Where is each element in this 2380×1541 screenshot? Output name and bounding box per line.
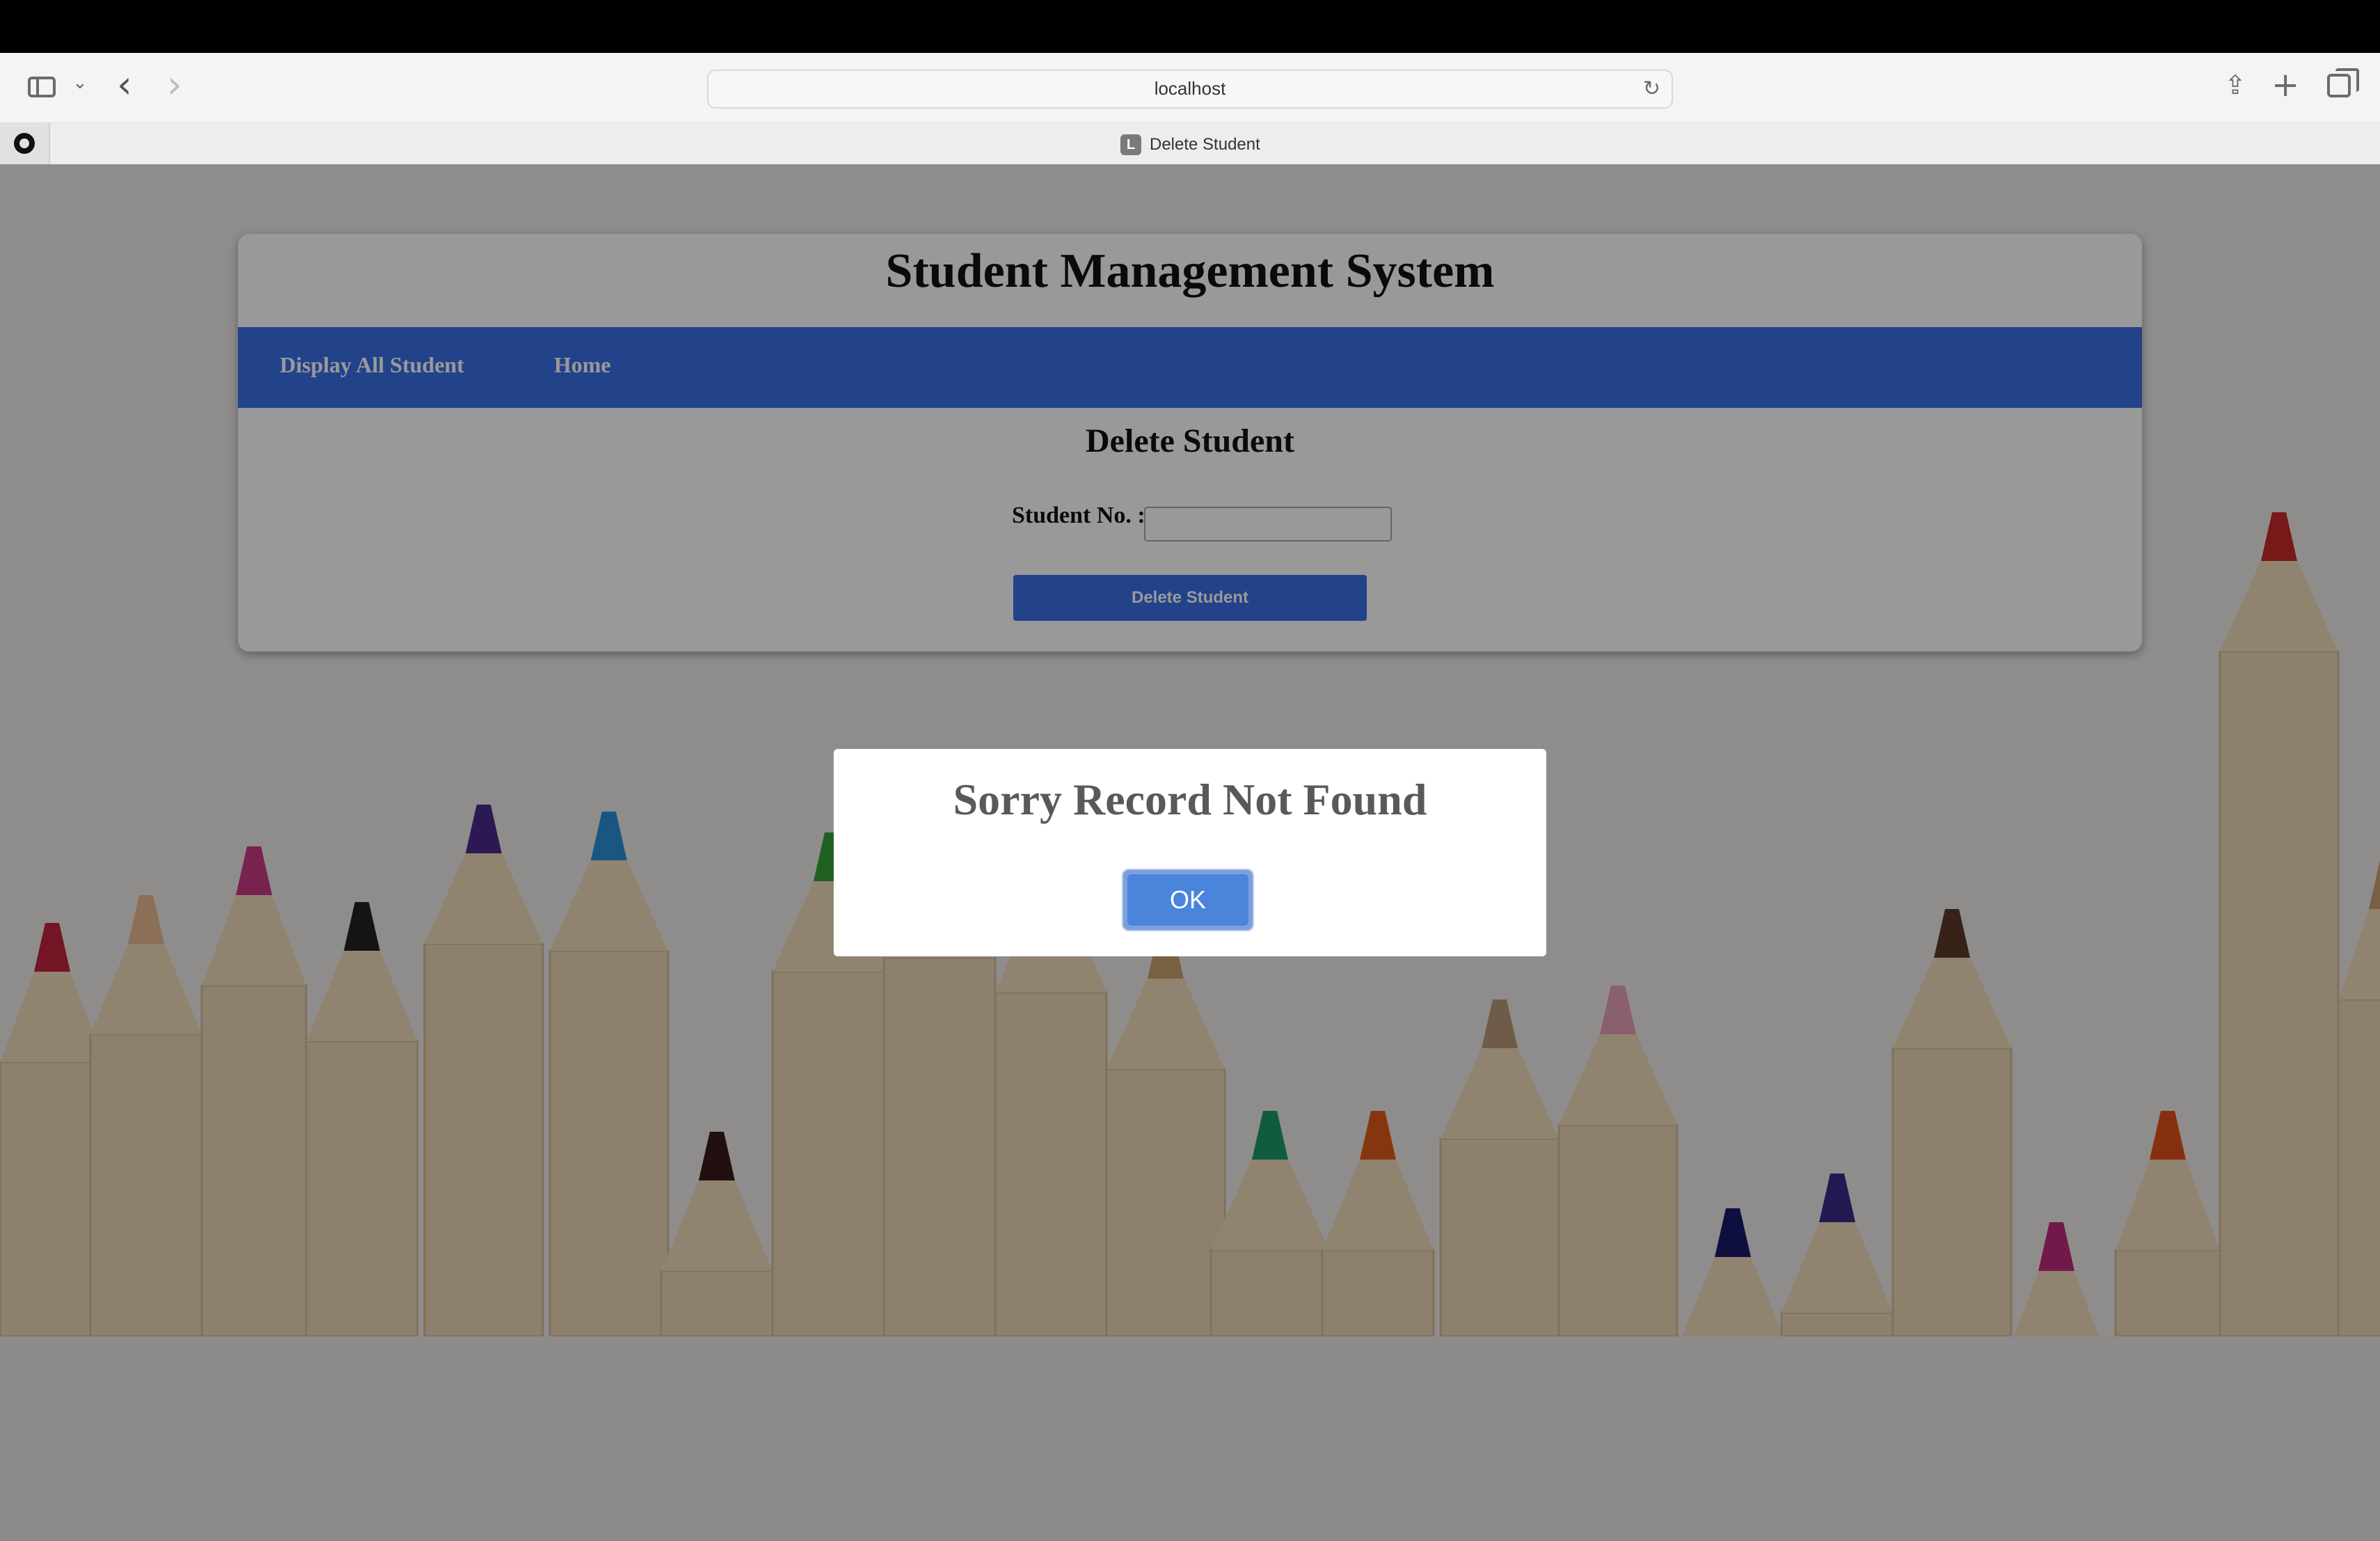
ok-button[interactable]: OK	[1122, 869, 1254, 931]
tab-delete-student[interactable]: L Delete Student	[1120, 133, 1260, 157]
tabs-icon[interactable]	[2327, 68, 2359, 97]
address-bar[interactable]: localhost ↻	[707, 70, 1673, 109]
share-icon[interactable]: ⇪	[2224, 70, 2246, 100]
browser-toolbar: ⌄ ‹ › localhost ↻ ⇪ +	[0, 53, 2380, 123]
chevron-down-icon[interactable]: ⌄	[72, 72, 88, 93]
back-icon[interactable]: ‹	[117, 63, 132, 106]
alert-dialog: Sorry Record Not Found OK	[834, 749, 1546, 956]
dialog-message: Sorry Record Not Found	[953, 775, 1427, 824]
tab-favicon: L	[1120, 134, 1141, 155]
page-content: Student Management System Display All St…	[0, 164, 2380, 1541]
github-icon	[14, 133, 35, 154]
address-text: localhost	[1154, 78, 1226, 99]
modal-overlay: Sorry Record Not Found OK	[0, 164, 2380, 1541]
sidebar-icon[interactable]	[28, 77, 56, 97]
pinned-tab-github[interactable]	[0, 123, 50, 165]
screen-top-bar	[0, 0, 2380, 53]
plus-icon[interactable]: +	[2271, 65, 2299, 104]
tab-bar: L Delete Student	[0, 123, 2380, 165]
reload-icon[interactable]: ↻	[1643, 77, 1660, 101]
ok-button-label: OK	[1127, 874, 1248, 926]
browser-chrome: ⌄ ‹ › localhost ↻ ⇪ + L Delete Student	[0, 53, 2380, 165]
forward-icon[interactable]: ›	[167, 63, 182, 106]
tab-title: Delete Student	[1150, 135, 1260, 154]
